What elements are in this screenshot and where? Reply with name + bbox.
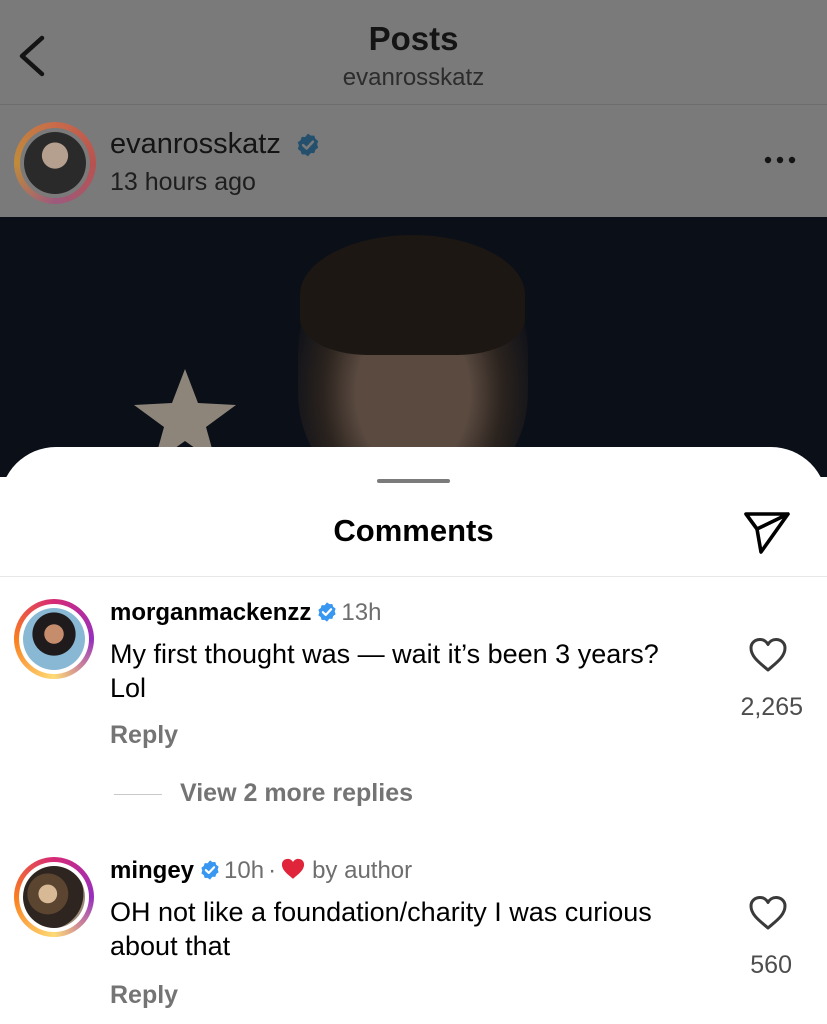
comment-username[interactable]: mingey <box>110 857 194 884</box>
heart-outline-icon <box>749 896 787 930</box>
comment-text: My first thought was — wait it’s been 3 … <box>110 639 659 703</box>
comment-header: mingey 10h · by author <box>110 855 412 887</box>
avatar-image <box>23 608 85 670</box>
avatar-image <box>24 132 86 194</box>
share-button[interactable] <box>741 505 793 557</box>
sheet-drag-handle[interactable] <box>377 479 450 483</box>
comments-sheet: Comments morganmackenzz 13h My first tho… <box>0 447 827 1024</box>
like-count: 560 <box>750 951 792 979</box>
send-icon <box>744 512 790 554</box>
page-title: Posts <box>368 20 459 57</box>
liked-by-author-label: by author <box>312 857 413 884</box>
reply-button[interactable]: Reply <box>110 981 178 1010</box>
comment-timestamp: 13h <box>341 599 382 626</box>
heart-filled-icon <box>282 858 305 879</box>
separator-dot: · <box>268 857 277 884</box>
replies-divider-line <box>114 794 162 795</box>
more-options-button[interactable] <box>760 145 800 175</box>
comment-timestamp: 10h <box>224 857 265 884</box>
post-image[interactable] <box>0 217 827 477</box>
post-author-username[interactable]: evanrosskatz <box>110 128 281 160</box>
like-button[interactable] <box>748 895 788 931</box>
avatar-image <box>23 866 85 928</box>
post-author-username-row[interactable]: evanrosskatz <box>110 126 321 162</box>
header-title-group: Posts evanrosskatz <box>0 18 827 94</box>
sheet-divider <box>0 576 827 577</box>
comment-header: morganmackenzz 13h <box>110 597 381 629</box>
post-timestamp: 13 hours ago <box>110 168 256 196</box>
page-subtitle: evanrosskatz <box>342 64 485 91</box>
reply-button[interactable]: Reply <box>110 721 178 750</box>
heart-outline-icon <box>749 638 787 672</box>
comments-title: Comments <box>333 513 494 548</box>
verified-badge-icon <box>318 602 337 622</box>
comment-username[interactable]: morganmackenzz <box>110 599 311 626</box>
comment-text: OH not like a foundation/charity I was c… <box>110 897 652 961</box>
like-count: 2,265 <box>740 693 803 721</box>
verified-badge-icon <box>297 133 319 157</box>
verified-badge-icon <box>201 860 219 880</box>
post-author-avatar[interactable] <box>14 122 96 204</box>
header-divider <box>0 104 827 105</box>
post-header: Posts evanrosskatz evanrosskatz 13 hours… <box>0 0 827 217</box>
more-horizontal-icon <box>764 156 796 164</box>
commenter-avatar[interactable] <box>14 599 94 679</box>
like-button[interactable] <box>748 637 788 673</box>
view-more-replies-button[interactable]: View 2 more replies <box>180 779 413 808</box>
commenter-avatar[interactable] <box>14 857 94 937</box>
